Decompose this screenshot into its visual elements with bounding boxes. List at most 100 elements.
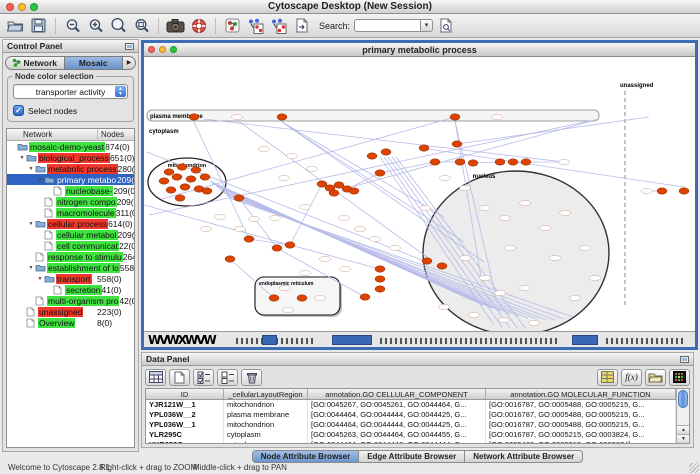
table-cell[interactable]: YKR052C — [146, 440, 224, 444]
tree-row[interactable]: Overview8(0) — [7, 317, 134, 328]
network-window-titlebar[interactable]: primary metabolic process — [144, 43, 695, 57]
table-scrollbar[interactable]: ▲ ▼ — [676, 389, 689, 443]
network-node[interactable] — [159, 178, 169, 184]
network-small-node[interactable] — [480, 205, 491, 210]
network-small-node[interactable] — [279, 175, 290, 180]
network-node[interactable] — [166, 187, 176, 193]
table-cell[interactable]: cytoplasm — [224, 430, 308, 440]
network-node[interactable] — [269, 295, 279, 301]
tree-row[interactable]: ▼metabolic process280(0) — [7, 163, 134, 174]
network-small-node[interactable] — [235, 226, 246, 231]
network-node[interactable] — [360, 294, 370, 300]
network-node[interactable] — [349, 188, 359, 194]
tree-expand-arrow[interactable]: ▼ — [27, 221, 35, 227]
network-node[interactable] — [225, 256, 235, 262]
table-cell[interactable]: cytoplasm — [224, 440, 308, 444]
network-node[interactable] — [375, 170, 385, 176]
zoom-fit-icon[interactable] — [132, 16, 151, 35]
table-column-header[interactable]: _cellularLayoutRegion — [224, 389, 308, 400]
network-node[interactable] — [375, 276, 385, 282]
network-node[interactable] — [272, 245, 282, 251]
network-small-node[interactable] — [355, 226, 366, 231]
heatmap-icon[interactable] — [669, 369, 690, 386]
network-small-node[interactable] — [460, 185, 471, 190]
table-column-header[interactable]: ID — [146, 389, 224, 400]
tab-overflow-arrow[interactable]: ▶ — [123, 56, 136, 70]
tree-expand-arrow[interactable]: ▼ — [18, 155, 26, 161]
tree-row[interactable]: unassigned223(0) — [7, 306, 134, 317]
tree-row[interactable]: nitrogen compo209(0) — [7, 196, 134, 207]
zoom-selected-icon[interactable] — [109, 16, 128, 35]
tree-row[interactable]: macromolecule311(0) — [7, 207, 134, 218]
table-row[interactable]: YKR052Ccytoplasm[GO:0044464, GO:0044446,… — [146, 440, 689, 444]
zoom-in-icon[interactable] — [86, 16, 105, 35]
tree-row[interactable]: ▼transport558(0) — [7, 273, 134, 284]
tab-edge-attribute-browser[interactable]: Edge Attribute Browser — [359, 450, 465, 463]
network-zoom-button[interactable] — [170, 46, 177, 53]
network-small-node[interactable] — [540, 225, 551, 230]
network-node[interactable] — [455, 159, 465, 165]
tree-expand-arrow[interactable]: ▼ — [27, 166, 35, 172]
network-node[interactable] — [657, 188, 667, 194]
network-canvas[interactable]: plasma membrane cytoplasm mitochondrion … — [144, 57, 695, 331]
table-cell[interactable]: [GO:0044464, GO:0044446, GO:0044444, G..… — [308, 440, 486, 444]
table-row[interactable]: YPL036W__1mitochondrion[GO:0044464, GO:0… — [146, 420, 689, 430]
tree-expand-arrow[interactable]: ▼ — [36, 177, 44, 183]
network-small-node[interactable] — [420, 205, 431, 210]
table-cell[interactable]: YPL036W__1 — [146, 420, 224, 430]
network-node[interactable] — [244, 236, 254, 242]
network-edge[interactable] — [204, 119, 564, 162]
table-cell[interactable]: [GO:0045263, GO:0044464, GO:0044455, G..… — [308, 430, 486, 440]
new-attribute-icon[interactable] — [169, 369, 190, 386]
tree-row[interactable]: cell communicat22(0) — [7, 240, 134, 251]
select-attributes-icon[interactable] — [145, 369, 166, 386]
network-minimize-button[interactable] — [159, 46, 166, 53]
network-node[interactable] — [375, 286, 385, 292]
table-cell[interactable]: [GO:0016787, GO:0005215, GO:0003824, G..… — [486, 430, 676, 440]
network-small-node[interactable] — [642, 188, 653, 193]
network-overview-icon[interactable] — [223, 16, 242, 35]
zoom-window-button[interactable] — [30, 3, 38, 11]
network-small-node[interactable] — [580, 245, 591, 250]
network-node[interactable] — [468, 160, 478, 166]
tree-column-network[interactable]: Network — [7, 129, 97, 140]
network-node[interactable] — [367, 153, 377, 159]
table-column-header[interactable]: annotation.GO CELLULAR_COMPONENT — [308, 389, 486, 400]
network-small-node[interactable] — [570, 295, 581, 300]
network-node[interactable] — [191, 167, 201, 173]
network-small-node[interactable] — [300, 204, 311, 209]
tree-expand-arrow[interactable]: ▼ — [27, 265, 35, 271]
table-cell[interactable]: [GO:0044464, GO:0044444, GO:0044425, G..… — [308, 410, 486, 420]
network-node[interactable] — [180, 184, 190, 190]
tree-row[interactable]: mosaic-demo-yeast874(0) — [7, 141, 134, 152]
table-cell[interactable]: mitochondrion — [224, 420, 308, 430]
close-button[interactable] — [6, 3, 14, 11]
network-small-node[interactable] — [520, 200, 531, 205]
snapshot-camera-icon[interactable] — [166, 16, 185, 35]
network-edge[interactable] — [249, 239, 290, 245]
delete-attribute-icon[interactable] — [241, 369, 262, 386]
network-small-node[interactable] — [550, 255, 561, 260]
table-cell[interactable]: YLR295C — [146, 430, 224, 440]
tree-row[interactable]: ▼cellular process614(0) — [7, 218, 134, 229]
resize-grip[interactable] — [689, 463, 699, 473]
network-edge[interactable] — [162, 117, 455, 199]
tree-row[interactable]: ▼primary metabo209(... — [7, 174, 134, 185]
scrollbar-thumb[interactable] — [678, 390, 688, 408]
open-session-icon[interactable] — [6, 16, 25, 35]
network-small-node[interactable] — [370, 236, 381, 241]
network-node[interactable] — [277, 114, 287, 120]
network-node[interactable] — [521, 159, 531, 165]
scroll-down-arrow[interactable]: ▼ — [677, 434, 690, 443]
tree-row[interactable]: multi-organism pro42(0) — [7, 295, 134, 306]
tree-row[interactable]: ▼establishment of lo558(0) — [7, 262, 134, 273]
network-node[interactable] — [430, 159, 440, 165]
network-node[interactable] — [495, 159, 505, 165]
tree-row[interactable]: response to stimulu264(0) — [7, 251, 134, 262]
search-options-icon[interactable] — [437, 16, 456, 35]
unselect-all-attributes-icon[interactable] — [217, 369, 238, 386]
import-attributes-icon[interactable] — [645, 369, 666, 386]
network-small-node[interactable] — [590, 275, 601, 280]
network-node[interactable] — [200, 174, 210, 180]
table-cell[interactable]: [GO:0045267, GO:0045261, GO:0044464, G..… — [308, 400, 486, 410]
